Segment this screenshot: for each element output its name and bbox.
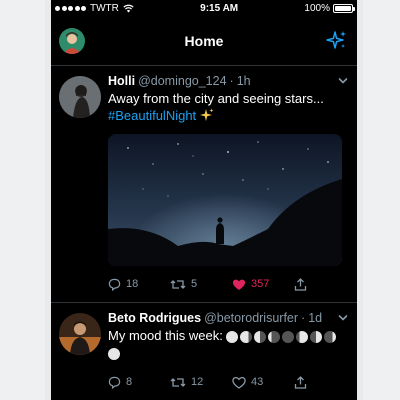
moon-phase-icon <box>281 330 294 343</box>
retweet-count: 12 <box>191 376 204 388</box>
reply-button[interactable]: 8 <box>108 376 170 389</box>
wifi-icon <box>123 4 134 13</box>
tweet-separator: · <box>301 311 306 325</box>
tweet-author-handle[interactable]: @betorodrisurfer <box>204 311 298 325</box>
profile-avatar[interactable] <box>59 27 85 54</box>
share-icon <box>294 375 307 389</box>
page-title: Home <box>184 32 224 49</box>
tweet[interactable]: Holli @domingo_124 · 1h Away from the ci… <box>51 66 357 303</box>
tweet-timestamp[interactable]: 1d <box>308 311 322 325</box>
moon-phase-icon <box>295 330 308 343</box>
moon-phase-icon <box>239 330 252 343</box>
tweet-separator: · <box>229 74 234 88</box>
chevron-down-icon[interactable] <box>337 75 349 87</box>
timeline-header: Home <box>51 16 357 66</box>
tweet-author-avatar[interactable] <box>59 313 101 355</box>
tweet-media-image[interactable] <box>108 134 342 266</box>
sparkle-icon[interactable] <box>325 29 349 53</box>
app-screen: TWTR 9:15 AM 100% Home Holli @domingo_12… <box>51 0 357 400</box>
moon-phase-icon <box>253 330 266 343</box>
retweet-button[interactable]: 12 <box>170 376 232 389</box>
tweet-actions: 18 5 357 <box>108 266 349 302</box>
tweet-text: My mood this week: <box>108 327 349 364</box>
moon-phase-icon <box>309 330 322 343</box>
carrier-label: TWTR <box>90 2 119 14</box>
retweet-icon <box>170 279 186 289</box>
reply-button[interactable]: 18 <box>108 278 170 291</box>
tweet-author-handle[interactable]: @domingo_124 <box>138 74 226 88</box>
tweet-body: My mood this week: <box>108 328 223 343</box>
signal-dots-icon <box>55 5 86 11</box>
like-button[interactable]: 357 <box>232 278 294 291</box>
battery-icon <box>332 3 355 13</box>
hashtag-link[interactable]: #BeautifulNight <box>108 108 196 123</box>
moon-phase-icon <box>108 348 120 360</box>
tweet[interactable]: Beto Rodrigues @betorodrisurfer · 1d My … <box>51 303 357 400</box>
chevron-down-icon[interactable] <box>337 312 349 324</box>
reply-icon <box>108 376 121 389</box>
phone-frame: TWTR 9:15 AM 100% Home Holli @domingo_12… <box>45 0 363 400</box>
heart-icon <box>232 376 246 389</box>
clock: 9:15 AM <box>200 2 239 14</box>
moon-phase-emoji-row <box>225 330 336 343</box>
share-icon <box>294 277 307 291</box>
tweet-timestamp[interactable]: 1h <box>237 74 251 88</box>
retweet-count: 5 <box>191 278 198 290</box>
reply-icon <box>108 278 121 291</box>
moon-phase-icon <box>267 330 280 343</box>
tweet-author-name[interactable]: Holli <box>108 74 135 88</box>
tweet-body: Away from the city and seeing stars... <box>108 91 324 106</box>
like-button[interactable]: 43 <box>232 376 294 389</box>
retweet-button[interactable]: 5 <box>170 278 232 291</box>
moon-phase-icon <box>323 330 336 343</box>
like-count: 357 <box>251 278 270 290</box>
reply-count: 8 <box>126 376 133 388</box>
sparkles-emoji-icon <box>199 108 214 121</box>
tweet-author-name[interactable]: Beto Rodrigues <box>108 311 201 325</box>
reply-count: 18 <box>126 278 139 290</box>
tweet-actions: 8 12 43 <box>108 364 349 400</box>
retweet-icon <box>170 377 186 387</box>
heart-icon <box>232 279 246 290</box>
moon-phase-icon <box>225 330 238 343</box>
like-count: 43 <box>251 376 264 388</box>
status-bar: TWTR 9:15 AM 100% <box>51 0 357 16</box>
battery-percent: 100% <box>304 2 330 14</box>
share-button[interactable] <box>294 277 307 291</box>
tweet-author-avatar[interactable] <box>59 76 101 118</box>
share-button[interactable] <box>294 375 307 389</box>
tweet-text: Away from the city and seeing stars... #… <box>108 90 349 124</box>
